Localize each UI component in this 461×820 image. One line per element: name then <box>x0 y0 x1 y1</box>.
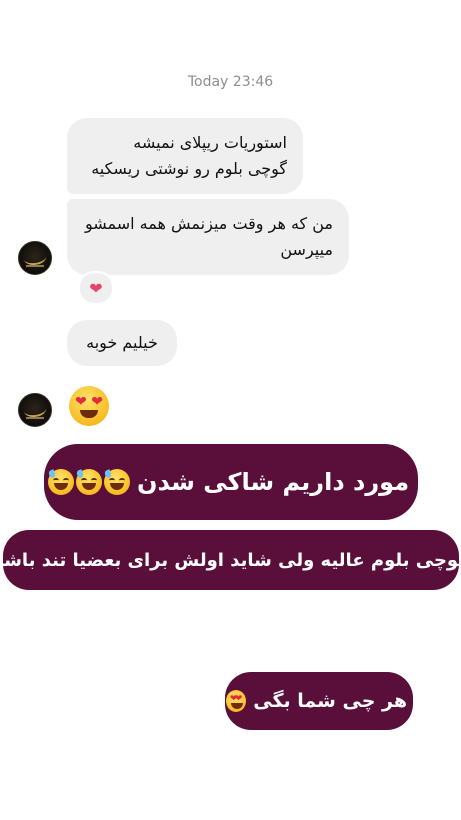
banner-text: هر چی شما بگی <box>253 690 407 712</box>
heart-eyes-emoji-icon[interactable]: ❤ ❤ <box>69 386 109 426</box>
caption-banner: هر چی شما بگی ❤ ❤ <box>225 672 413 730</box>
message-bubble[interactable]: خیلیم خوبه <box>67 320 177 366</box>
heart-eyes-emoji-icon: ❤ ❤ <box>226 690 247 712</box>
timestamp: Today 23:46 <box>187 74 274 90</box>
avatar[interactable] <box>18 241 52 275</box>
sweat-smile-emoji-icon <box>75 469 102 495</box>
banner-text: گوچی بلوم عالیه ولی شاید اولش برای بعضیا… <box>0 549 461 571</box>
sweat-smile-emoji-icon <box>47 469 74 495</box>
message-bubble[interactable]: من که هر وقت میزنمش همه اسمشو میپرسن <box>67 199 349 275</box>
banner-text: مورد داریم شاکی شدن <box>136 468 410 496</box>
logo-mark <box>23 401 47 419</box>
sweat-smile-emoji-icon <box>103 469 130 495</box>
logo-mark <box>23 249 47 267</box>
caption-banner: گوچی بلوم عالیه ولی شاید اولش برای بعضیا… <box>0 530 461 590</box>
caption-banner: مورد داریم شاکی شدن <box>44 444 418 520</box>
message-bubble[interactable]: استوریات ریپلای نمیشه گوچی بلوم رو نوشتی… <box>67 118 303 194</box>
heart-reaction-icon[interactable]: ❤ <box>78 271 114 305</box>
avatar[interactable] <box>18 393 52 427</box>
